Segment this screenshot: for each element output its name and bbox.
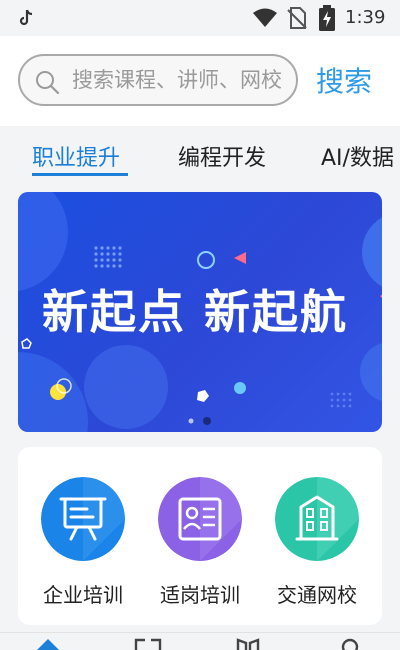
pagination-dot[interactable] (188, 418, 194, 424)
banner-pagination[interactable] (185, 416, 215, 426)
entry-label: 交通网校 (277, 583, 357, 607)
building-icon (275, 477, 359, 561)
entry-label: 企业培训 (43, 583, 123, 607)
search-button[interactable]: 搜索 (316, 60, 372, 100)
status-time: 1:39 (345, 7, 386, 28)
profile-icon[interactable] (336, 637, 364, 650)
bottom-nav (0, 632, 400, 650)
presentation-board-icon (41, 477, 125, 561)
entry-icon-circle (158, 477, 242, 561)
banner-headline: 新起点 新起航 (42, 285, 349, 339)
status-bar: 1:39 (0, 0, 400, 36)
certificate-icon (158, 477, 242, 561)
entry-enterprise-training[interactable]: 企业培训 (33, 477, 133, 608)
entry-job-training[interactable]: 适岗培训 (150, 477, 250, 608)
entry-icon-circle (41, 477, 125, 561)
courses-icon[interactable] (134, 637, 162, 650)
entry-transport-school[interactable]: 交通网校 (267, 477, 367, 608)
wifi-icon (253, 8, 277, 27)
entry-icon-circle (275, 477, 359, 561)
books-icon[interactable] (234, 637, 262, 650)
search-icon (36, 71, 60, 95)
home-icon[interactable] (34, 637, 62, 650)
tab-programming[interactable]: 编程开发 (178, 140, 266, 172)
quick-entry-card: 企业培训 适岗培训 交通网校 (18, 447, 382, 625)
tab-career[interactable]: 职业提升 (32, 140, 120, 172)
active-tab-indicator (32, 173, 128, 176)
search-input[interactable] (72, 65, 296, 95)
category-tabs: 职业提升 编程开发 AI/数据 (0, 126, 400, 182)
entry-label: 适岗培训 (160, 583, 240, 607)
promo-banner[interactable]: 新起点 新起航 (18, 192, 382, 432)
tiktok-icon (19, 9, 33, 26)
search-header: 搜索 (0, 36, 400, 126)
battery-icon (319, 5, 335, 31)
pagination-dot-active[interactable] (203, 417, 211, 425)
search-box[interactable] (18, 54, 298, 106)
tab-ai-data[interactable]: AI/数据 (321, 140, 394, 172)
no-sim-icon (287, 7, 307, 29)
